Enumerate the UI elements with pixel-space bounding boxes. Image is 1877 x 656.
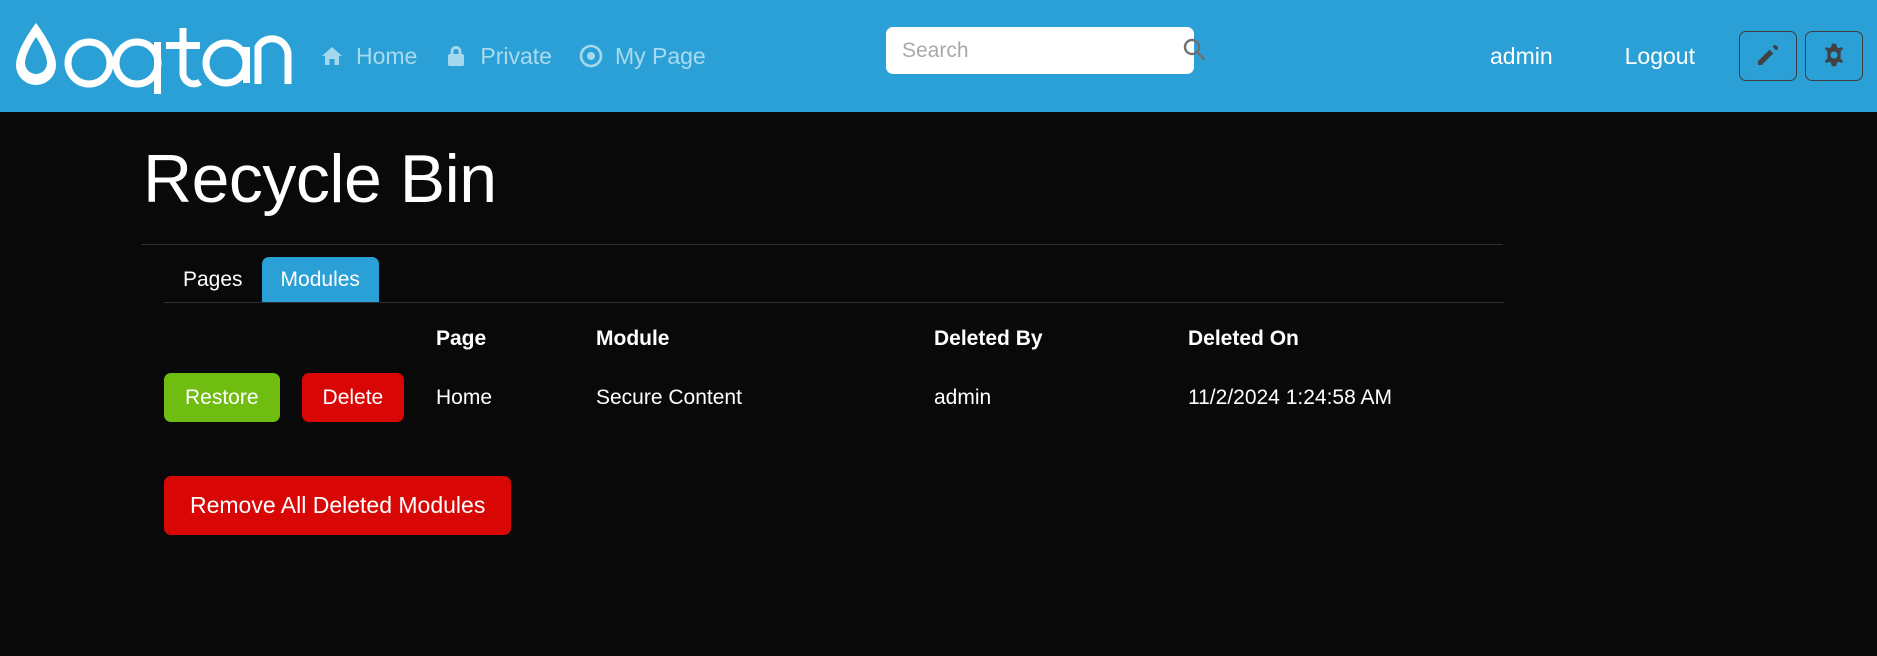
delete-button[interactable]: Delete [301,373,405,423]
table-header-row: Page Module Deleted By Deleted On [164,327,1504,373]
gear-icon [1821,42,1847,71]
nav-label-my-page: My Page [614,42,706,69]
page-content: Recycle Bin Pages Modules Page Module De… [0,112,1877,656]
column-header-page: Page [436,327,487,351]
tab-divider [164,302,1504,304]
lock-icon [444,44,468,68]
search-icon [1181,36,1207,65]
nav-label-home: Home [356,42,418,69]
column-header-deleted-by: Deleted By [934,327,1043,351]
home-icon [320,44,344,68]
nav-item-private[interactable]: Private [444,44,552,68]
nav-label-private: Private [480,42,552,69]
cell-deleted-by: admin [934,385,992,409]
column-header-deleted-on: Deleted On [1188,327,1299,351]
settings-button[interactable] [1805,31,1863,81]
column-header-actions [164,339,436,361]
table-row: Restore Delete Home Secure Content admin… [164,373,1504,423]
username-link[interactable]: admin [1454,43,1589,70]
bullseye-icon [579,44,603,68]
main-navigation: Home Private My Page [320,44,706,68]
restore-button[interactable]: Restore [164,373,280,423]
cell-deleted-on: 11/2/2024 1:24:58 AM [1188,385,1392,409]
tab-bar: Pages Modules [164,256,1877,303]
site-logo[interactable] [6,17,296,95]
tab-pages[interactable]: Pages [164,257,262,302]
nav-item-my-page[interactable]: My Page [579,44,706,68]
column-header-module: Module [596,327,670,351]
title-divider [141,244,1503,246]
cell-page: Home [436,385,493,409]
page-title: Recycle Bin [143,141,497,217]
search-input[interactable] [886,27,1181,74]
search-box [886,27,1206,74]
edit-page-button[interactable] [1739,31,1797,81]
recycle-bin-table: Page Module Deleted By Deleted On Restor… [164,327,1504,423]
logout-link[interactable]: Logout [1589,43,1731,70]
tab-modules[interactable]: Modules [261,257,379,303]
nav-item-home[interactable]: Home [320,44,417,68]
site-header: Home Private My Page Search admin Logout [0,0,1877,112]
pencil-icon [1755,42,1781,71]
search-button[interactable] [1181,27,1207,74]
remove-all-deleted-modules-button[interactable]: Remove All Deleted Modules [164,476,512,536]
user-controls: admin Logout [1454,0,1863,112]
cell-module: Secure Content [596,385,742,409]
row-actions: Restore Delete [164,373,436,423]
